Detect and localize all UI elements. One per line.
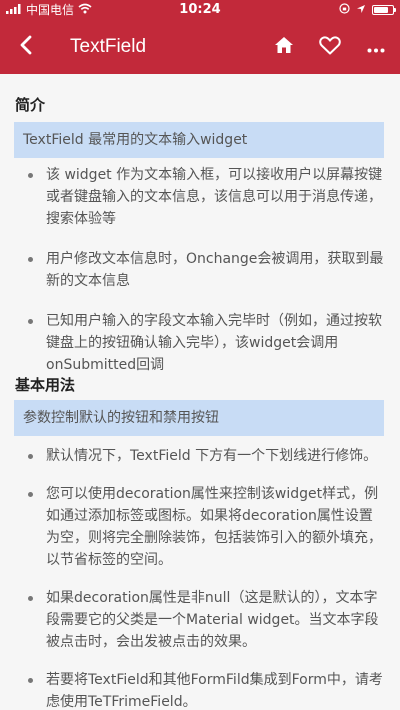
section-title-basic-usage: 基本用法 [15, 376, 76, 394]
battery-icon [372, 5, 396, 15]
list-item: 已知用户输入的字段文本输入完毕时（例如，通过按软键盘上的按钮确认输入完毕），该w… [0, 310, 400, 376]
location-icon [356, 0, 366, 20]
list-item: 如果decoration属性是非null（这是默认的），文本字段需要它的父类是一… [0, 587, 400, 653]
chevron-left-icon [19, 35, 33, 59]
more-horizontal-icon [367, 38, 385, 57]
list-item: 该 widget 作为文本输入框，可以接收用户以屏幕按键或者键盘输入的文本信息，… [0, 164, 400, 230]
status-bar: 中国电信 10:24 [0, 0, 400, 20]
basic-usage-bullet-list: 默认情况下，TextField 下方有一个下划线进行修饰。 您可以使用decor… [0, 445, 400, 710]
page-title: TextField [70, 36, 147, 57]
content-area[interactable]: 简介 TextField 最常用的文本输入widget 该 widget 作为文… [0, 74, 400, 710]
favorite-button[interactable] [316, 33, 344, 61]
list-item: 若要将TextField和其他FormFild集成到Form中，请考虑使用TeT… [0, 669, 400, 710]
more-button[interactable] [362, 33, 390, 61]
section-title-intro: 简介 [15, 96, 46, 114]
basic-usage-highlight: 参数控制默认的按钮和禁用按钮 [14, 400, 384, 436]
nav-bar: TextField [0, 20, 400, 74]
status-right [339, 0, 396, 20]
list-item: 默认情况下，TextField 下方有一个下划线进行修饰。 [0, 445, 400, 467]
home-button[interactable] [270, 33, 298, 61]
intro-bullet-list: 该 widget 作为文本输入框，可以接收用户以屏幕按键或者键盘输入的文本信息，… [0, 164, 400, 376]
list-item: 用户修改文本信息时，Onchange会被调用，获取到最新的文本信息 [0, 248, 400, 292]
home-icon [274, 36, 294, 58]
heart-icon [319, 35, 341, 59]
back-button[interactable] [12, 33, 40, 61]
orientation-lock-icon [339, 0, 350, 20]
list-item: 您可以使用decoration属性来控制该widget样式，例如通过添加标签或图… [0, 483, 400, 571]
app-header: 中国电信 10:24 TextField [0, 0, 400, 74]
intro-highlight: TextField 最常用的文本输入widget [14, 122, 384, 158]
